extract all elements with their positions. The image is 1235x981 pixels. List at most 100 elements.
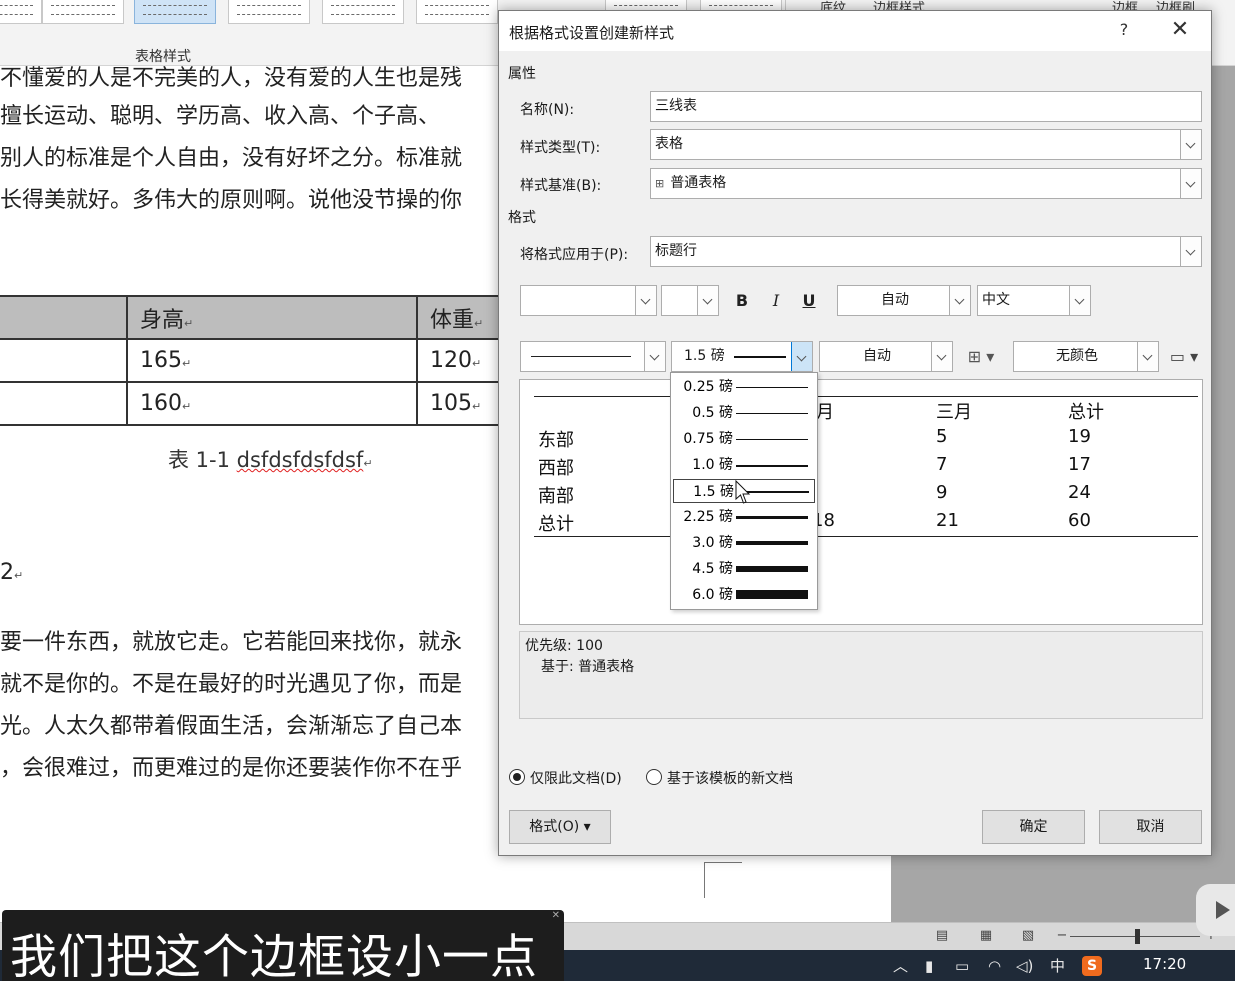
format-button[interactable]: 格式(O) ▾: [509, 810, 611, 844]
table-properties-icon[interactable]: ▭ ▾: [1163, 343, 1205, 371]
read-mode-icon[interactable]: ▤: [934, 929, 950, 943]
chevron-down-icon[interactable]: [1180, 237, 1201, 266]
chevron-down-icon[interactable]: [635, 286, 656, 315]
paragraph-mark: ↵: [184, 316, 194, 330]
ime-indicator[interactable]: 中: [1050, 958, 1065, 974]
chevron-down-icon[interactable]: [791, 342, 812, 371]
doc-table[interactable]: 身高↵ 体重↵ 165↵ 120↵ 160↵ 105↵: [0, 295, 538, 426]
style-type-select[interactable]: 表格: [650, 129, 1202, 160]
radio-this-document-label[interactable]: 仅限此文档(D): [530, 768, 622, 788]
table-style-thumb[interactable]: [228, 0, 310, 24]
style-base-value: 普通表格: [670, 175, 727, 191]
shading-value: 无颜色: [1056, 348, 1098, 364]
border-width-option[interactable]: 6.0 磅: [673, 583, 815, 607]
border-width-option[interactable]: 4.5 磅: [673, 557, 815, 581]
table-cell[interactable]: 160↵: [126, 381, 418, 426]
chevron-down-icon[interactable]: [949, 286, 970, 315]
table-cell[interactable]: [0, 295, 128, 340]
option-label: 0.25 磅: [683, 379, 733, 395]
bold-button[interactable]: B: [730, 287, 754, 315]
table-row: 身高↵ 体重↵: [0, 295, 538, 340]
taskbar-clock[interactable]: 17:20: [1143, 955, 1186, 973]
chevron-down-icon[interactable]: [644, 342, 665, 371]
border-line-style-select[interactable]: [520, 341, 666, 372]
border-width-option[interactable]: 0.5 磅: [673, 401, 815, 425]
table-style-thumb[interactable]: [0, 0, 42, 24]
doc-text-line: 光。人太久都带着假面生活，会渐渐忘了自己本: [0, 714, 463, 739]
chevron-down-icon[interactable]: [1137, 342, 1158, 371]
preview-cell: 24: [1068, 482, 1091, 503]
line-style-preview: [531, 356, 631, 357]
table-style-thumb[interactable]: [42, 0, 124, 24]
tray-expand-icon[interactable]: ︿: [893, 958, 908, 974]
script-select[interactable]: 中文: [977, 285, 1091, 316]
table-style-thumb-selected[interactable]: [134, 0, 216, 24]
option-label: 2.25 磅: [683, 509, 733, 525]
paragraph-mark: ↵: [182, 400, 192, 413]
chevron-down-icon[interactable]: [931, 342, 952, 371]
name-label: 名称(N):: [520, 102, 575, 118]
border-width-select[interactable]: 1.5 磅: [671, 341, 813, 372]
underline-button[interactable]: U: [797, 287, 821, 315]
zoom-out-icon[interactable]: −: [1054, 929, 1070, 943]
print-layout-icon[interactable]: ▦: [978, 929, 994, 943]
shading-select[interactable]: 无颜色: [1013, 341, 1159, 372]
cell-text: 120: [430, 348, 472, 373]
preview-cell: 5: [936, 426, 948, 447]
help-button[interactable]: ?: [1114, 20, 1134, 39]
chevron-down-icon[interactable]: [697, 286, 718, 315]
option-line-sample: [736, 590, 808, 599]
network-icon[interactable]: ▭: [955, 958, 969, 974]
sogou-ime-icon[interactable]: S: [1082, 956, 1102, 976]
radio-new-documents-label[interactable]: 基于该模板的新文档: [667, 768, 793, 788]
border-color-select[interactable]: 自动: [819, 341, 953, 372]
table-style-thumb[interactable]: [416, 0, 498, 24]
dialog-titlebar[interactable]: 根据格式设置创建新样式 ? ✕: [499, 11, 1211, 51]
zoom-slider-handle[interactable]: [1135, 929, 1140, 944]
apply-to-value: 标题行: [655, 243, 697, 259]
cell-text: 160: [140, 391, 182, 416]
font-color-select[interactable]: 自动: [837, 285, 971, 316]
style-base-select[interactable]: ⊞ 普通表格: [650, 168, 1202, 199]
apply-to-select[interactable]: 标题行: [650, 236, 1202, 267]
name-input[interactable]: 三线表: [650, 91, 1202, 122]
table-caption: 表 1-1 dsfdsfdsfdsf↵: [168, 444, 373, 474]
table-style-thumb[interactable]: [322, 0, 404, 24]
preview-row-label: 总计: [538, 514, 574, 535]
table-cell[interactable]: [0, 381, 128, 426]
close-icon[interactable]: ✕: [552, 910, 560, 921]
borders-icon[interactable]: ⊞ ▾: [959, 343, 1003, 371]
usb-icon[interactable]: ▮: [925, 958, 933, 974]
chevron-down-icon[interactable]: [1069, 286, 1090, 315]
paragraph-mark: ↵: [472, 357, 482, 370]
caption-text: dsfdsfdsfdsf: [236, 448, 364, 472]
table-cell[interactable]: [0, 338, 128, 383]
table-cell[interactable]: 身高↵: [126, 295, 418, 340]
paragraph-mark: ↵: [472, 400, 482, 413]
border-width-option[interactable]: 0.25 磅: [673, 375, 815, 399]
border-width-option[interactable]: 1.0 磅: [673, 453, 815, 477]
volume-icon[interactable]: ◁): [1016, 958, 1033, 974]
radio-this-document[interactable]: [509, 769, 525, 785]
close-button[interactable]: ✕: [1167, 17, 1193, 43]
doc-text-line: 擅长运动、聪明、学历高、收入高、个子高、: [0, 104, 441, 129]
cell-text: 105: [430, 391, 472, 416]
video-play-icon[interactable]: [1196, 884, 1235, 936]
ok-button[interactable]: 确定: [982, 810, 1085, 844]
chevron-down-icon[interactable]: [1180, 130, 1201, 159]
wifi-icon[interactable]: ◠: [988, 958, 1001, 974]
radio-new-documents[interactable]: [646, 769, 662, 785]
border-width-option[interactable]: 0.75 磅: [673, 427, 815, 451]
cancel-button[interactable]: 取消: [1099, 810, 1202, 844]
table-cell[interactable]: 165↵: [126, 338, 418, 383]
video-subtitle: 我们把这个边框设小一点 ✕: [2, 910, 564, 981]
border-width-option[interactable]: 2.25 磅: [673, 505, 815, 529]
italic-button[interactable]: I: [764, 287, 788, 315]
caption-prefix: 表 1-1: [168, 448, 237, 472]
chevron-down-icon[interactable]: [1180, 169, 1201, 198]
font-size-select[interactable]: [661, 285, 719, 316]
border-width-option[interactable]: 3.0 磅: [673, 531, 815, 555]
web-layout-icon[interactable]: ▧: [1020, 929, 1036, 943]
font-name-select[interactable]: [520, 285, 657, 316]
heading-text: 2: [0, 560, 14, 585]
